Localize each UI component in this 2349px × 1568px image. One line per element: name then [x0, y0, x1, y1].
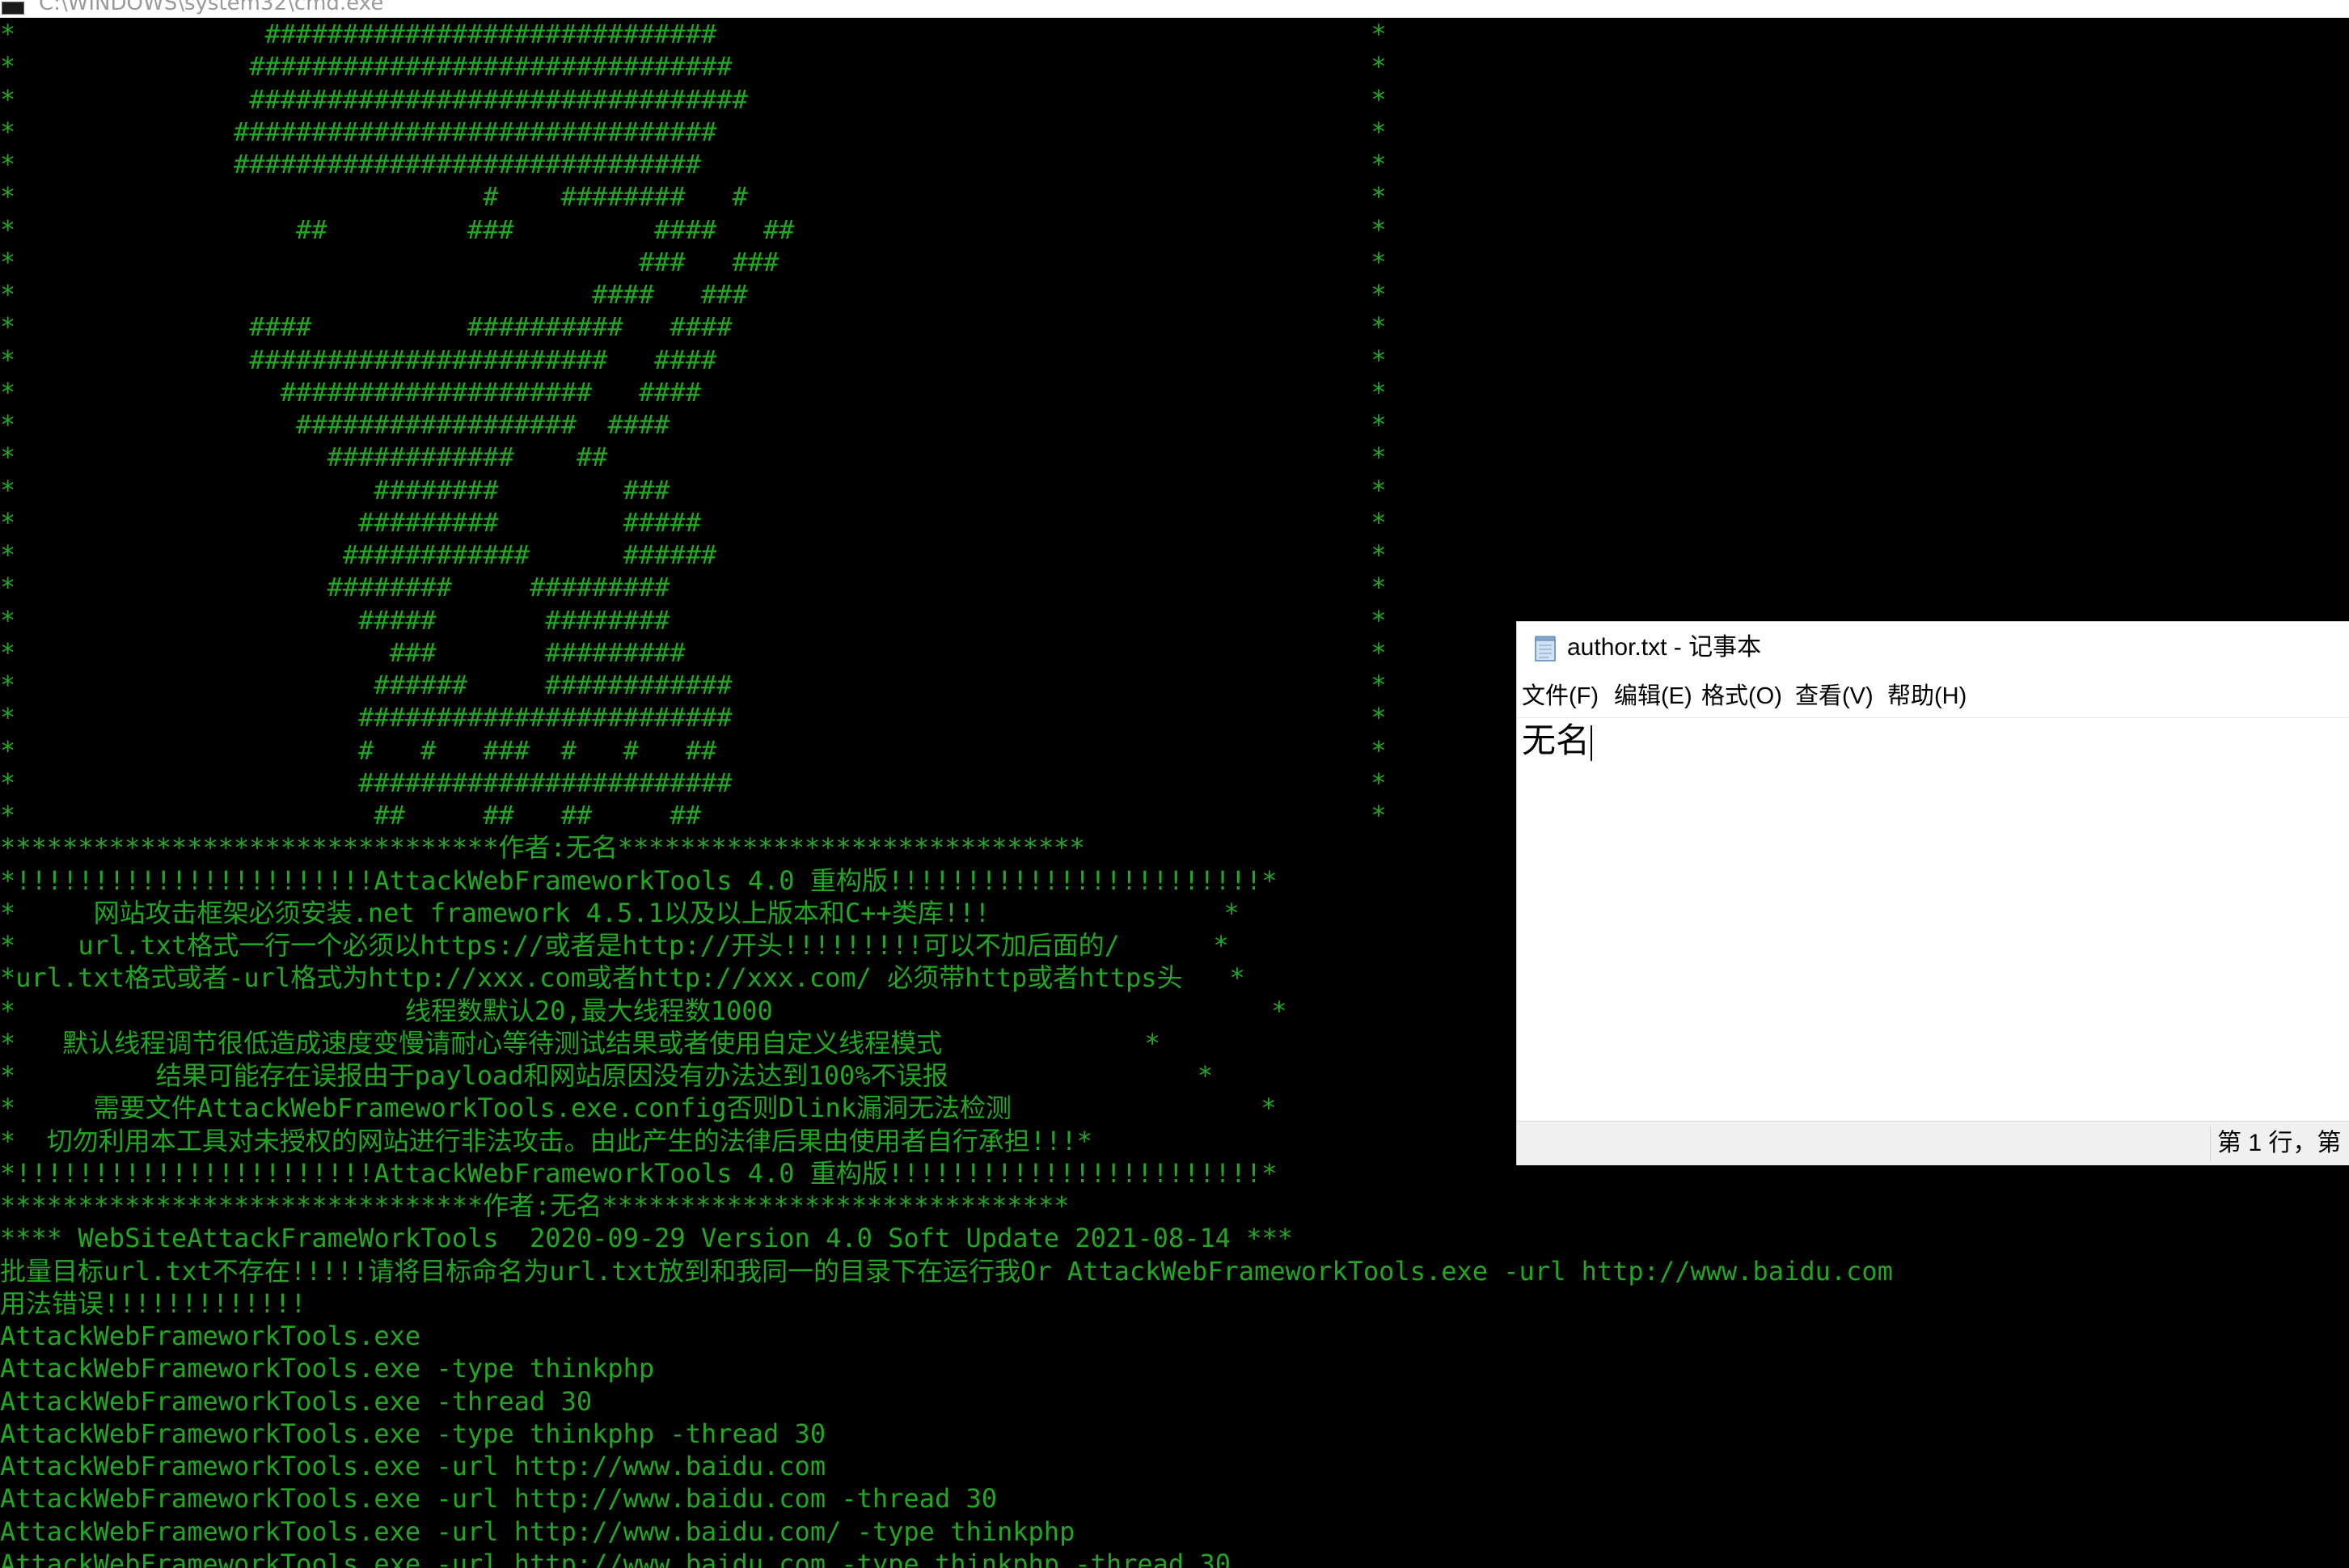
console-line: AttackWebFrameworkTools.exe [0, 1321, 421, 1351]
notepad-text-area[interactable]: 无名 [1522, 719, 1593, 763]
console-line: * ##### ######## * [0, 604, 1387, 636]
console-line: ********************************作者:无名***… [0, 832, 1085, 864]
cmd-title-bar[interactable]: C:\WINDOWS\system32\cmd.exe [0, 0, 2349, 18]
notepad-status-bar: 第 1 行，第 [1517, 1121, 2349, 1165]
notepad-menu-bar: 文件(F) 编辑(E) 格式(O) 查看(V) 帮助(H) [1517, 675, 2349, 716]
console-line: * ############ ## * [0, 442, 1387, 473]
console-line: *!!!!!!!!!!!!!!!!!!!!!!!AttackWebFramewo… [0, 1157, 1278, 1189]
console-line: * # ######## # * [0, 181, 1387, 213]
menu-view[interactable]: 查看(V) [1795, 682, 1874, 711]
console-line: * ### ######### * [0, 636, 1387, 668]
console-line: * ######### ##### * [0, 506, 1387, 538]
text-caret [1591, 725, 1593, 761]
menu-file[interactable]: 文件(F) [1522, 682, 1599, 711]
notepad-title-bar[interactable]: author.txt - 记事本 [1517, 622, 2349, 674]
console-line: * ######################## * [0, 767, 1387, 798]
console-line: AttackWebFrameworkTools.exe -url http://… [0, 1451, 826, 1481]
console-line: AttackWebFrameworkTools.exe -url http://… [0, 1483, 997, 1515]
console-line: 用法错误!!!!!!!!!!!!! [0, 1287, 306, 1319]
notepad-window-title: author.txt - 记事本 [1567, 634, 1762, 661]
console-line: * ############################## * [0, 149, 1387, 180]
console-line: * 切勿利用本工具对未授权的网站进行非法攻击。由此产生的法律后果由使用者自行承担… [0, 1125, 1092, 1156]
cmd-window-title: C:\WINDOWS\system32\cmd.exe [39, 0, 384, 15]
menu-format[interactable]: 格式(O) [1701, 682, 1782, 711]
menu-edit[interactable]: 编辑(E) [1614, 682, 1692, 711]
menu-help[interactable]: 帮助(H) [1887, 682, 1967, 711]
console-line: * ############################### * [0, 51, 1387, 82]
console-line: * ################## #### * [0, 409, 1387, 440]
console-line: * url.txt格式一行一个必须以https://或者是http://开头!!… [0, 930, 1229, 961]
console-line: * ######## ######### * [0, 572, 1387, 603]
console-line: * ################################ * [0, 83, 1387, 115]
console-line: *******************************作者:无名****… [0, 1190, 1070, 1221]
notepad-icon [1535, 636, 1556, 661]
console-line: * ######################## * [0, 702, 1387, 733]
console-line: * 默认线程调节很低造成速度变慢请耐心等待测试结果或者使用自定义线程模式 * [0, 1027, 1160, 1059]
console-window-icon [2, 2, 24, 15]
console-line: 批量目标url.txt不存在!!!!!请将目标命名为url.txt放到和我同一的… [0, 1255, 1893, 1287]
console-line: * ############ ###### * [0, 539, 1387, 570]
console-line: * ############################# * [0, 19, 1387, 49]
menu-divider [1517, 717, 2349, 718]
console-line: * #### ### * [0, 279, 1387, 310]
console-line: * 结果可能存在误报由于payload和网站原因没有办法达到100%不误报 * [0, 1060, 1214, 1091]
notepad-content: 无名 [1522, 721, 1591, 759]
console-line: * ############################### * [0, 116, 1387, 147]
console-line: **** WebSiteAttackFrameWorkTools 2020-09… [0, 1223, 1294, 1254]
console-line: * # # ### # # ## * [0, 734, 1387, 766]
console-line: * ###### ############ * [0, 670, 1387, 700]
console-line: * 线程数默认20,最大线程数1000 * [0, 995, 1287, 1026]
status-separator [2210, 1126, 2211, 1160]
console-line: * ## ## ## ## * [0, 800, 1387, 830]
console-line: AttackWebFrameworkTools.exe -url http://… [0, 1515, 1075, 1547]
console-line: AttackWebFrameworkTools.exe -type thinkp… [0, 1353, 655, 1384]
console-line: * 需要文件AttackWebFrameworkTools.exe.config… [0, 1093, 1277, 1124]
console-line: AttackWebFrameworkTools.exe -type thinkp… [0, 1418, 826, 1449]
cursor-position: 第 1 行，第 [2217, 1130, 2342, 1156]
console-line: * ## ### #### ## * [0, 213, 1387, 245]
console-line: * ######## ### * [0, 474, 1387, 505]
console-line: * ### ### * [0, 246, 1387, 277]
notepad-window[interactable]: author.txt - 记事本 文件(F) 编辑(E) 格式(O) 查看(V)… [1516, 621, 2349, 1165]
console-line: AttackWebFrameworkTools.exe -url http://… [0, 1548, 1231, 1568]
console-line: *!!!!!!!!!!!!!!!!!!!!!!!AttackWebFramewo… [0, 864, 1278, 896]
console-line: * #### ########## #### * [0, 311, 1387, 343]
console-line: * 网站攻击框架必须安装.net framework 4.5.1以及以上版本和C… [0, 897, 1240, 928]
console-line: * ####################### #### * [0, 344, 1387, 375]
console-line: * #################### #### * [0, 376, 1387, 408]
console-line: AttackWebFrameworkTools.exe -thread 30 [0, 1385, 593, 1417]
console-line: *url.txt格式或者-url格式为http://xxx.com或者http:… [0, 962, 1245, 994]
